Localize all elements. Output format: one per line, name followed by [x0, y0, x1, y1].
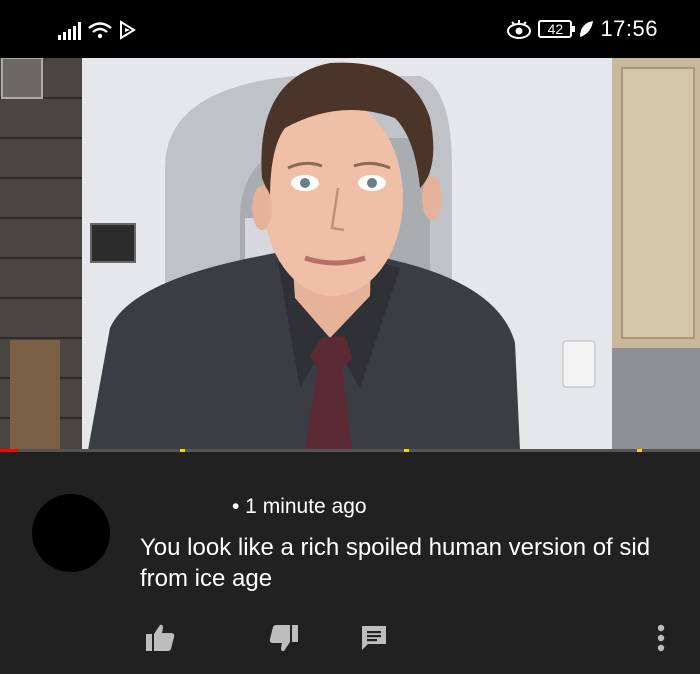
more-icon	[657, 624, 665, 652]
wall-picture	[90, 223, 136, 263]
leaf-icon	[580, 21, 594, 37]
comment-text: You look like a rich spoiled human versi…	[140, 534, 651, 592]
dislike-icon	[269, 625, 298, 652]
status-right-group: 42 17:56	[506, 15, 658, 43]
light-switch	[562, 340, 596, 388]
more-options-button[interactable]	[646, 620, 676, 656]
status-time: 17:56	[600, 16, 658, 41]
comment-actions	[0, 620, 700, 660]
video-player[interactable]	[0, 58, 700, 450]
like-icon	[146, 624, 175, 651]
commenter-avatar[interactable]	[32, 494, 110, 572]
signal-icon	[58, 22, 81, 40]
comment-timestamp: • 1 minute ago	[232, 495, 367, 518]
cast-icon	[120, 20, 136, 40]
like-button[interactable]	[138, 620, 182, 656]
battery-level: 42	[547, 21, 564, 37]
dislike-button[interactable]	[262, 620, 306, 656]
status-left-group	[58, 20, 137, 40]
video-frame	[0, 58, 700, 450]
battery-icon: 42	[538, 20, 576, 38]
status-bar: 42 17:56	[0, 0, 700, 58]
person-head	[263, 100, 403, 296]
reply-icon	[362, 626, 386, 650]
wifi-icon	[88, 22, 112, 39]
comment: • 1 minute ago You look like a rich spoi…	[0, 452, 700, 674]
reply-button[interactable]	[354, 620, 394, 656]
eye-icon	[507, 20, 532, 39]
